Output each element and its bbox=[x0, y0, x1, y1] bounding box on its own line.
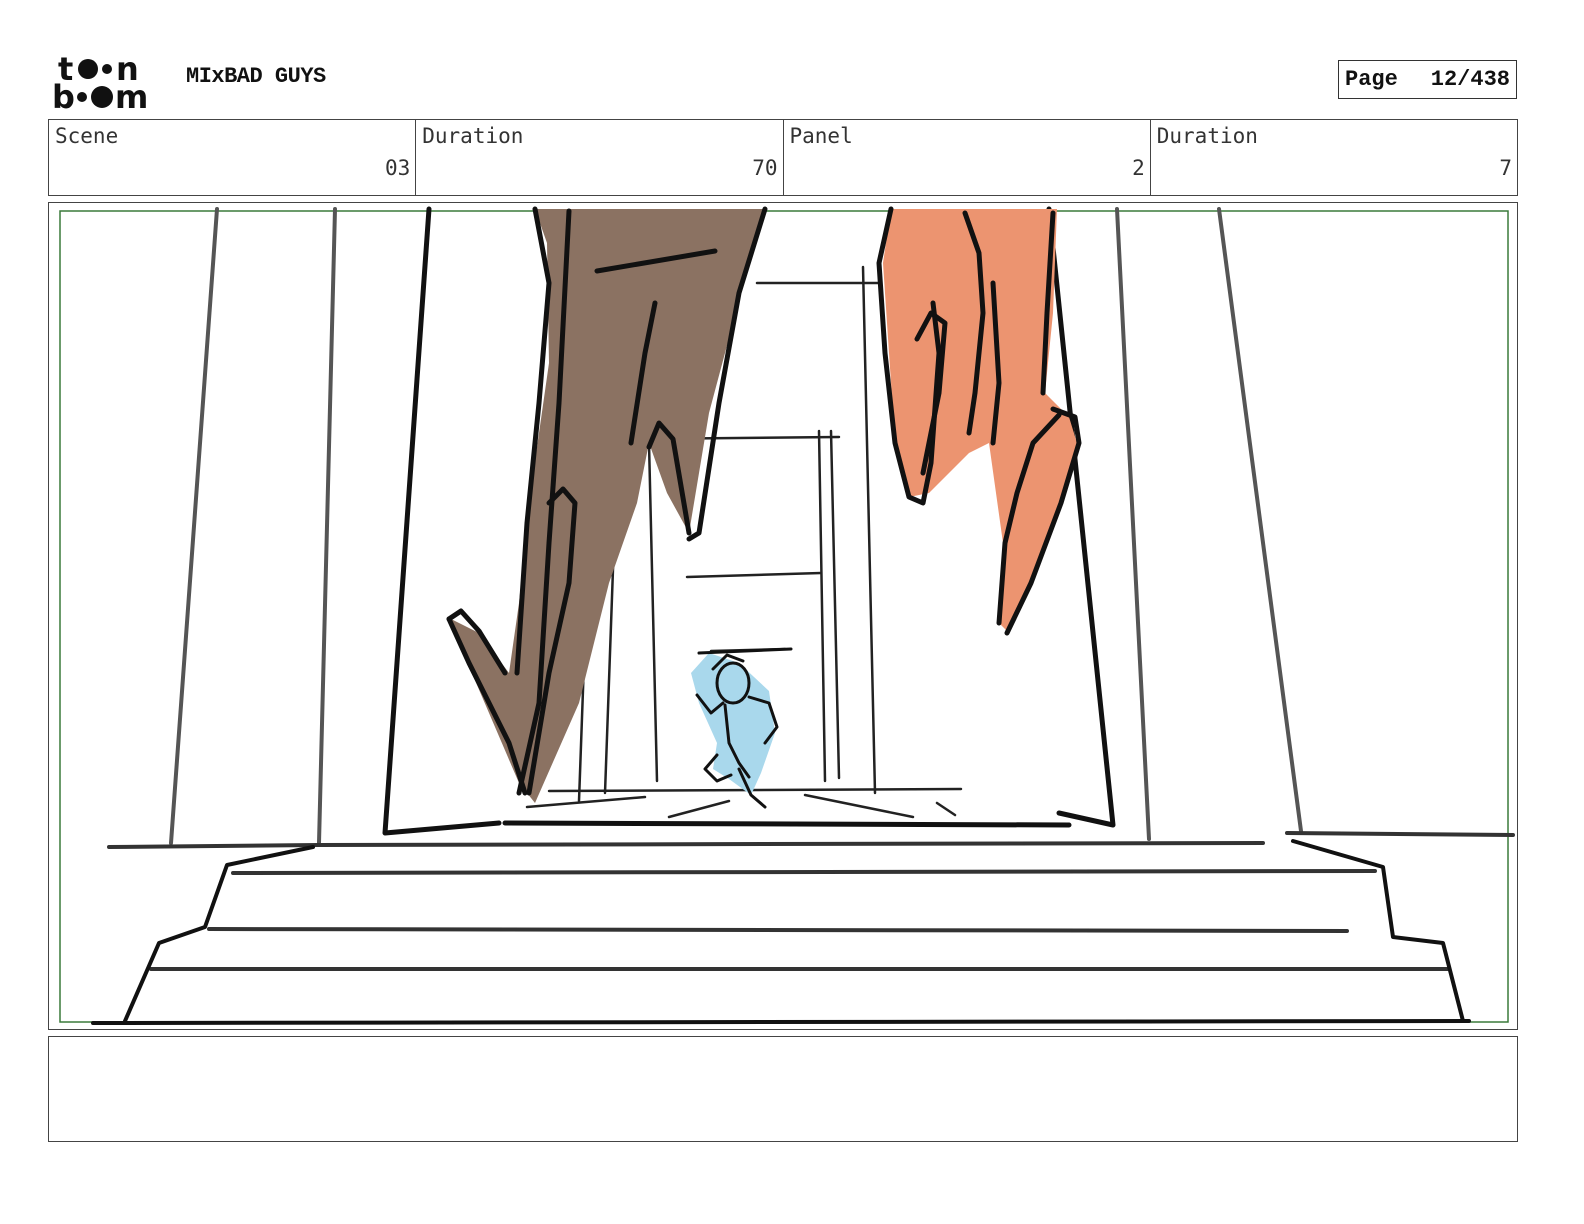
panel-value: 2 bbox=[1132, 156, 1145, 180]
panel-duration-label: Duration bbox=[1156, 124, 1258, 148]
scene-duration-cell: Duration 70 bbox=[416, 120, 784, 195]
panel-notes bbox=[48, 1036, 1518, 1142]
toon-boom-logo-mark: t n b m bbox=[52, 50, 148, 116]
page-label: Page bbox=[1345, 67, 1398, 92]
page-indicator: Page 12/438 bbox=[1338, 60, 1517, 99]
scene-value: 03 bbox=[384, 156, 411, 180]
scene-duration-value: 70 bbox=[752, 156, 778, 180]
page-number: 12/438 bbox=[1430, 67, 1510, 92]
panel-duration-value: 7 bbox=[1499, 156, 1512, 180]
panel-info-row: Scene 03 Duration 70 Panel 2 Duration 7 bbox=[48, 119, 1518, 196]
panel-duration-cell: Duration 7 bbox=[1151, 120, 1517, 195]
scene-duration-label: Duration bbox=[422, 124, 524, 148]
toon-boom-logo: t n b m bbox=[52, 50, 164, 116]
storyboard-drawing bbox=[59, 206, 1515, 1025]
svg-text:m: m bbox=[115, 78, 148, 112]
steps bbox=[91, 831, 1515, 1025]
safe-frame bbox=[59, 210, 1509, 1023]
panel-cell: Panel 2 bbox=[784, 120, 1151, 195]
svg-text:b: b bbox=[52, 78, 75, 112]
blue-figure bbox=[691, 647, 793, 809]
orange-figure bbox=[876, 206, 1082, 636]
scene-cell: Scene 03 bbox=[49, 120, 417, 195]
scene-label: Scene bbox=[55, 124, 119, 148]
storyboard-panel bbox=[48, 202, 1518, 1030]
panel-label: Panel bbox=[789, 124, 853, 148]
project-title: MIxBAD GUYS bbox=[186, 64, 326, 89]
